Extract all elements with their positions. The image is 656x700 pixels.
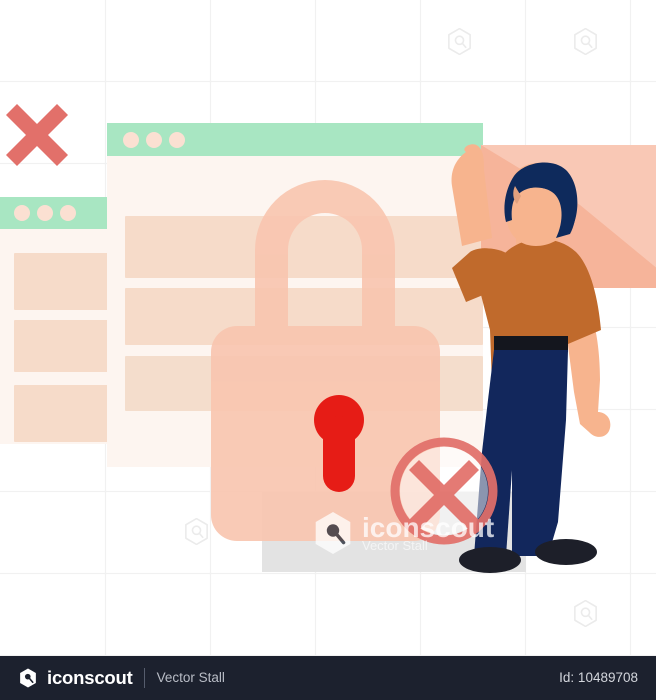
window-traffic-lights	[123, 132, 185, 148]
footer-brand-name: iconscout	[47, 666, 133, 688]
footer-bar: iconscout Vector Stall Id: 10489708	[0, 656, 656, 700]
footer-divider	[143, 668, 145, 688]
content-block	[14, 253, 109, 310]
window-traffic-lights	[14, 205, 76, 221]
content-block	[14, 320, 109, 372]
content-block	[125, 216, 483, 278]
illustration-canvas: iconscout Vector Stall	[0, 0, 656, 656]
person-shoe-left	[459, 547, 521, 573]
footer-asset-id: Id: 10489708	[559, 670, 638, 686]
window-titlebar	[107, 123, 483, 156]
footer-brand-group[interactable]: iconscout	[18, 668, 133, 688]
illustration-stage: iconscout Vector Stall iconscout Vector …	[0, 0, 656, 700]
person-belt	[494, 336, 568, 352]
footer-author-name: Vector Stall	[156, 670, 225, 686]
watermark-author: Vector Stall	[362, 538, 428, 553]
person-shoe-right	[535, 539, 597, 565]
iconscout-hex-logo-icon	[20, 668, 36, 688]
illustration-artwork: iconscout Vector Stall	[0, 0, 656, 656]
